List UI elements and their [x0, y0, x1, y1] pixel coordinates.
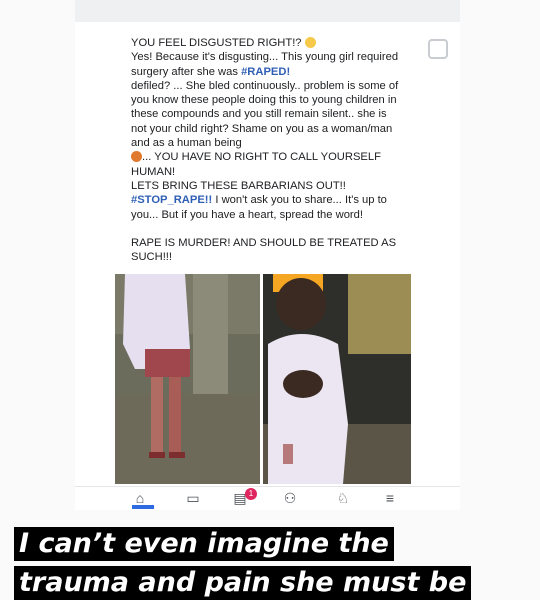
post-line-5: LETS BRING THESE BARBARIANS OUT!!	[131, 179, 346, 192]
photo-right-image	[263, 274, 411, 484]
select-checkbox[interactable]	[428, 39, 448, 59]
post-photo-right[interactable]	[263, 274, 411, 484]
post-line-4: ... YOU HAVE NO RIGHT TO CALL YOURSELF H…	[131, 151, 381, 178]
story-frame: YOU FEEL DISGUSTED RIGHT!? Yes! Because …	[0, 0, 540, 600]
post-body: YOU FEEL DISGUSTED RIGHT!? Yes! Because …	[131, 36, 401, 264]
video-icon[interactable]: ▭	[183, 490, 203, 506]
photo-left-image	[115, 274, 260, 484]
home-tab-indicator	[132, 505, 154, 509]
story-caption-line-1: I can’t even imagine the	[14, 527, 394, 561]
hashtag-stop-rape[interactable]: #STOP_RAPE!!	[131, 194, 212, 206]
notification-badge: 1	[245, 488, 257, 500]
hashtag-raped[interactable]: #RAPED!	[241, 66, 290, 78]
story-caption-line-2: trauma and pain she must be	[14, 566, 472, 600]
post-header-strip	[75, 0, 460, 22]
groups-icon[interactable]: ⚇	[280, 490, 300, 506]
menu-icon[interactable]: ≡	[380, 490, 400, 506]
facebook-post-screenshot: YOU FEEL DISGUSTED RIGHT!? Yes! Because …	[75, 22, 460, 510]
bell-icon[interactable]: ♘	[333, 490, 353, 506]
home-icon[interactable]: ⌂	[130, 490, 150, 506]
post-line-7: RAPE IS MURDER! AND SHOULD BE TREATED AS…	[131, 236, 397, 264]
disgusted-emoji-icon	[304, 37, 316, 48]
post-line-1: YOU FEEL DISGUSTED RIGHT!?	[131, 37, 302, 49]
post-line-3: defiled? ... She bled continuously.. pro…	[131, 79, 399, 150]
post-photo-left[interactable]	[115, 274, 260, 484]
angry-emoji-icon	[131, 151, 142, 163]
